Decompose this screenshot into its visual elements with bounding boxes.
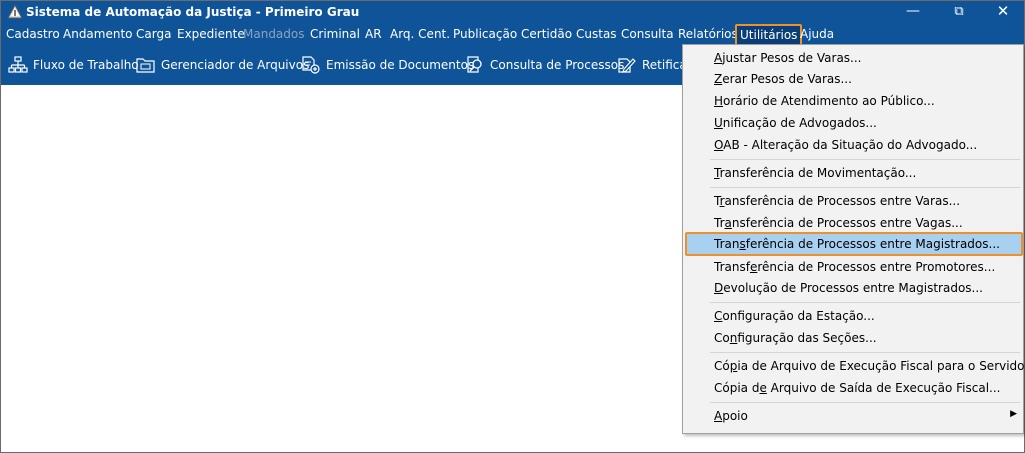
menu-mandados: Mandados [243,27,305,41]
menu-item-devolucao-magistrados[interactable]: Devolução de Processos entre Magistrados… [714,281,983,295]
menu-item-ajustar-pesos-varas[interactable]: Ajustar Pesos de Varas... [714,51,862,65]
toolbar-emissao-documentos[interactable]: Emissão de Documentos [301,56,474,74]
menu-item-copia-arquivo-servidor[interactable]: Cópia de Arquivo de Execução Fiscal para… [714,359,1025,373]
menu-carga[interactable]: Carga [136,27,171,41]
menu-separator [710,352,1020,353]
menu-separator [710,302,1020,303]
edit-document-icon [618,58,636,73]
menu-item-apoio[interactable]: Apoio [714,409,748,423]
menu-arq-cent[interactable]: Arq. Cent. [390,27,450,41]
toolbar-retificar[interactable]: Retificar [617,56,692,74]
toolbar-fluxo-label: Fluxo de Trabalho [33,58,139,72]
menu-item-transferencia-varas[interactable]: Transferência de Processos entre Varas..… [714,194,960,208]
menu-item-oab-alteracao[interactable]: OAB - Alteração da Situação do Advogado.… [714,138,977,152]
menu-consulta[interactable]: Consulta [621,27,674,41]
toolbar-gerenciador-label: Gerenciador de Arquivos [161,58,310,72]
search-document-icon [467,56,482,73]
menu-expediente[interactable]: Expediente [177,27,245,41]
menu-item-horario-atendimento[interactable]: Horário de Atendimento ao Público... [714,94,935,108]
submenu-arrow-icon: ▶ [1010,409,1017,419]
menu-item-transferencia-promotores[interactable]: Transferência de Processos entre Promoto… [714,260,995,274]
menu-cadastro[interactable]: Cadastro [6,27,60,41]
title-bar[interactable]: Sistema de Automação da Justiça - Primei… [1,1,1024,24]
main-window: Sistema de Automação da Justiça - Primei… [0,0,1025,453]
menu-item-transferencia-magistrados[interactable]: Transferência de Processos entre Magistr… [714,237,1000,251]
document-add-icon [302,56,320,74]
window-title: Sistema de Automação da Justiça - Primei… [26,5,360,19]
menu-criminal[interactable]: Criminal [310,27,360,41]
menu-andamento[interactable]: Andamento [63,27,133,41]
toolbar-consulta-label: Consulta de Processos [490,58,625,72]
menu-relatorios[interactable]: Relatórios [678,27,738,41]
menu-item-copia-arquivo-saida[interactable]: Cópia de Arquivo de Saída de Execução Fi… [714,381,1001,395]
menu-separator [710,187,1020,188]
menu-item-transferencia-movimentacao[interactable]: Transferência de Movimentação... [714,166,916,180]
menu-custas[interactable]: Custas [576,27,617,41]
folder-icon [136,58,155,73]
app-logo-icon [7,4,23,19]
menu-separator [710,402,1020,403]
menu-publicacao[interactable]: Publicação [453,27,517,41]
menu-bar: Cadastro Andamento Carga Expediente Mand… [1,24,1024,47]
menu-ar[interactable]: AR [365,27,382,41]
menu-item-unificacao-advogados[interactable]: Unificação de Advogados... [714,116,877,130]
workflow-icon [8,56,28,73]
menu-separator [710,159,1020,160]
toolbar-emissao-label: Emissão de Documentos [326,58,475,72]
menu-ajuda[interactable]: Ajuda [800,27,834,41]
menu-item-transferencia-vagas[interactable]: Transferência de Processos entre Vagas..… [714,216,963,230]
utilitarios-dropdown-menu: Ajustar Pesos de Varas... Zerar Pesos de… [682,44,1025,434]
menu-certidao[interactable]: Certidão [521,27,572,41]
toolbar-consulta-processos[interactable]: Consulta de Processos [465,56,624,74]
close-button[interactable]: ✕ [981,1,1025,24]
restore-button[interactable]: ⧉ [937,1,981,24]
menu-item-configuracao-estacao[interactable]: Configuração da Estação... [714,309,875,323]
menu-item-configuracao-secoes[interactable]: Configuração das Seções... [714,331,877,345]
menu-item-zerar-pesos-varas[interactable]: Zerar Pesos de Varas... [714,72,852,86]
toolbar-fluxo-trabalho[interactable]: Fluxo de Trabalho [8,56,139,74]
minimize-button[interactable]: — [891,1,935,24]
toolbar-gerenciador-arquivos[interactable]: Gerenciador de Arquivos [136,56,309,74]
